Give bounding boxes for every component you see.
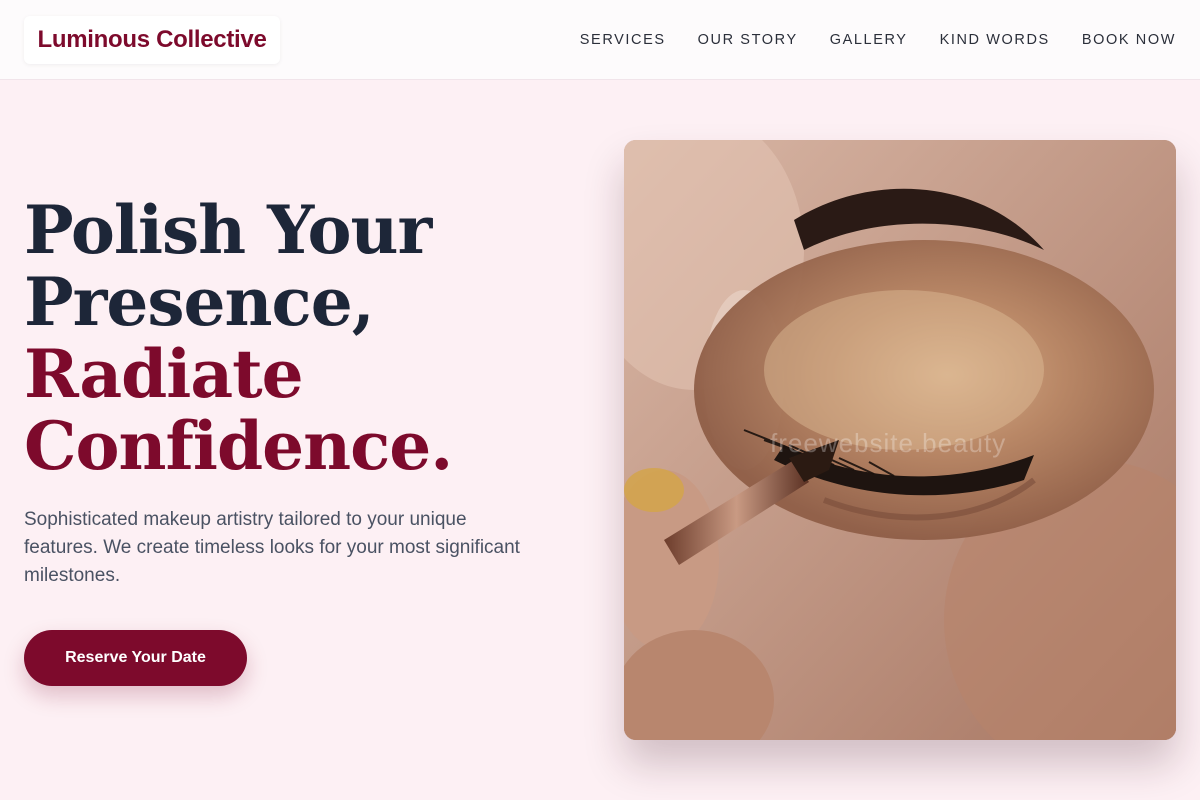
reserve-date-button[interactable]: Reserve Your Date [24,630,247,686]
site-header: Luminous Collective SERVICES OUR STORY G… [0,0,1200,80]
nav-link-kind-words[interactable]: KIND WORDS [940,32,1050,48]
nav-link-book-now[interactable]: BOOK NOW [1082,32,1176,48]
image-watermark: freewebsite.beauty [770,428,1007,458]
hero-title-line-2: Presence, [24,263,375,341]
hero-title: Polish Your Presence, Radiate Confidence… [24,194,584,482]
hero-title-line-3: Radiate [24,335,304,413]
nav-link-our-story[interactable]: OUR STORY [698,32,798,48]
hero-image: freewebsite.beauty [624,140,1176,740]
hero-description: Sophisticated makeup artistry tailored t… [24,509,520,586]
hero-title-line-4: Confidence. [24,407,453,485]
hero-title-line-1: Polish Your [24,191,432,269]
main-nav: SERVICES OUR STORY GALLERY KIND WORDS BO… [580,0,1176,80]
nav-link-services[interactable]: SERVICES [580,32,666,48]
nav-link-gallery[interactable]: GALLERY [830,32,908,48]
brand-logo[interactable]: Luminous Collective [24,16,280,64]
